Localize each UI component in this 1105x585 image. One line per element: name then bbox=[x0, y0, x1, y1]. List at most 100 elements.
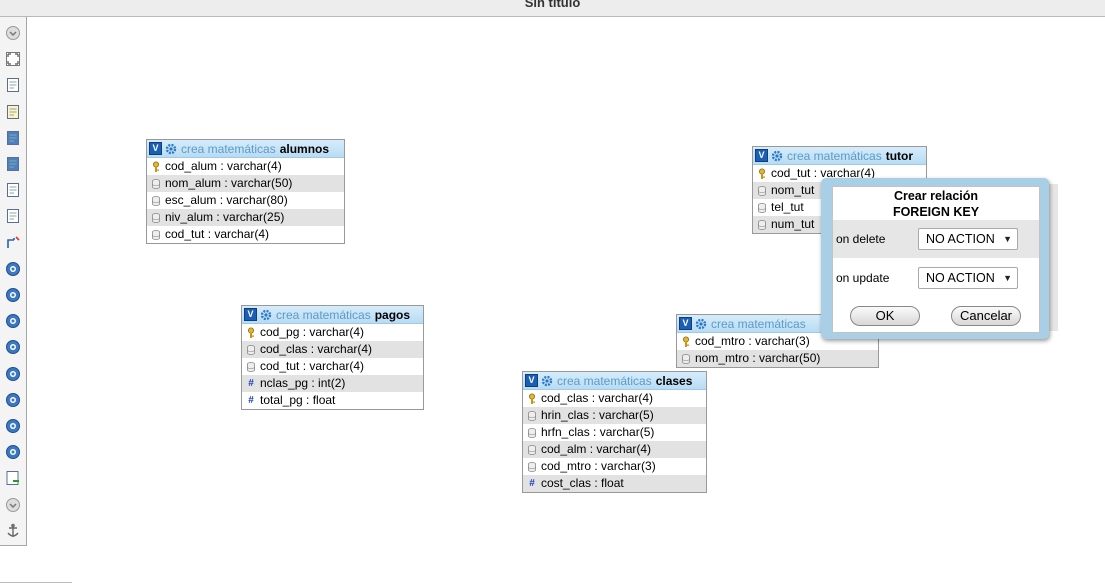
column-label: nom_mtro : varchar(50) bbox=[695, 351, 821, 365]
table-pagos[interactable]: V crea matemáticas pagos cod_pg : varcha… bbox=[241, 305, 424, 410]
column-label: num_tut bbox=[771, 217, 815, 231]
column-label: cost_clas : float bbox=[541, 476, 624, 490]
column-label: cod_tut : varchar(4) bbox=[165, 227, 270, 241]
table-column-row[interactable]: cod_tut : varchar(4) bbox=[147, 226, 344, 243]
reload-icon[interactable] bbox=[5, 287, 21, 303]
column-icon bbox=[526, 461, 538, 473]
open-page-icon[interactable] bbox=[5, 208, 21, 224]
table-column-row[interactable]: cod_alum : varchar(4) bbox=[147, 158, 344, 175]
on-delete-label: on delete bbox=[836, 232, 886, 246]
gear-icon[interactable] bbox=[541, 375, 553, 387]
column-label: tel_tut bbox=[771, 200, 804, 214]
table-column-row[interactable]: nom_mtro : varchar(50) bbox=[677, 350, 878, 367]
table-name: alumnos bbox=[279, 141, 330, 156]
delete-page-icon[interactable] bbox=[5, 182, 21, 198]
column-label: cod_clas : varchar(4) bbox=[260, 342, 373, 356]
toggle-relation-lines-icon[interactable] bbox=[5, 261, 21, 277]
table-column-row[interactable]: niv_alum : varchar(25) bbox=[147, 209, 344, 226]
toggle-columns-icon[interactable]: V bbox=[679, 317, 692, 330]
new-page-icon[interactable] bbox=[5, 77, 21, 93]
column-label: nclas_pg : int(2) bbox=[260, 376, 346, 390]
primary-key-icon bbox=[245, 327, 257, 339]
gear-icon[interactable] bbox=[165, 143, 177, 155]
column-label: total_pg : float bbox=[260, 393, 336, 407]
column-label: cod_alm : varchar(4) bbox=[541, 442, 652, 456]
column-icon bbox=[526, 427, 538, 439]
table-column-row[interactable]: cod_alm : varchar(4) bbox=[523, 441, 706, 458]
edit-page-icon[interactable] bbox=[5, 104, 21, 120]
toggle-small-big-icon[interactable] bbox=[5, 418, 21, 434]
primary-key-icon bbox=[526, 393, 538, 405]
table-column-row[interactable]: cod_mtro : varchar(3) bbox=[523, 458, 706, 475]
table-column-row[interactable]: cod_clas : varchar(4) bbox=[523, 390, 706, 407]
save-as-icon[interactable] bbox=[5, 156, 21, 172]
table-column-row[interactable]: # total_pg : float bbox=[242, 392, 423, 409]
column-label: cod_alum : varchar(4) bbox=[165, 159, 282, 173]
table-column-row[interactable]: # nclas_pg : int(2) bbox=[242, 375, 423, 392]
move-menu-icon[interactable] bbox=[5, 497, 21, 513]
table-column-row[interactable]: # cost_clas : float bbox=[523, 475, 706, 492]
column-label: cod_clas : varchar(4) bbox=[541, 391, 654, 405]
pin-text-icon[interactable] bbox=[5, 523, 21, 539]
fullscreen-icon[interactable] bbox=[5, 51, 21, 67]
show-hide-left-menu-icon[interactable] bbox=[5, 25, 21, 41]
column-icon bbox=[756, 202, 768, 214]
table-name: clases bbox=[655, 373, 693, 388]
help-icon[interactable] bbox=[5, 313, 21, 329]
on-update-value: NO ACTION bbox=[926, 271, 995, 285]
column-label: hrin_clas : varchar(5) bbox=[541, 408, 654, 422]
toggle-columns-icon[interactable]: V bbox=[525, 374, 538, 387]
cancel-button[interactable]: Cancelar bbox=[951, 306, 1021, 326]
toggle-columns-icon[interactable]: V bbox=[755, 149, 768, 162]
table-header[interactable]: V crea matemáticas tutor bbox=[753, 147, 926, 165]
toggle-columns-icon[interactable]: V bbox=[244, 308, 257, 321]
divider bbox=[0, 582, 72, 583]
table-header[interactable]: V crea matemáticas pagos bbox=[242, 306, 423, 324]
gear-icon[interactable] bbox=[695, 318, 707, 330]
database-name: crea matemáticas bbox=[557, 373, 652, 388]
on-delete-value: NO ACTION bbox=[926, 232, 995, 246]
column-icon bbox=[526, 410, 538, 422]
angular-links-icon[interactable] bbox=[5, 339, 21, 355]
column-icon bbox=[150, 212, 162, 224]
gear-icon[interactable] bbox=[771, 150, 783, 162]
chevron-down-icon: ▼ bbox=[1003, 234, 1012, 244]
column-label: cod_mtro : varchar(3) bbox=[541, 459, 656, 473]
table-column-row[interactable]: cod_tut : varchar(4) bbox=[242, 358, 423, 375]
on-update-select[interactable]: NO ACTION ▼ bbox=[918, 267, 1018, 289]
table-alumnos[interactable]: V crea matemáticas alumnos cod_alum : va… bbox=[146, 139, 345, 244]
table-column-row[interactable]: cod_pg : varchar(4) bbox=[242, 324, 423, 341]
toggle-columns-icon[interactable]: V bbox=[149, 142, 162, 155]
save-icon[interactable] bbox=[5, 130, 21, 146]
dialog-shadow bbox=[1049, 184, 1058, 331]
export-schema-icon[interactable] bbox=[5, 470, 21, 486]
dialog-title-line2: FOREIGN KEY bbox=[892, 205, 980, 219]
table-column-row[interactable]: nom_alum : varchar(50) bbox=[147, 175, 344, 192]
small-big-all-icon[interactable] bbox=[5, 392, 21, 408]
column-label: cod_tut : varchar(4) bbox=[260, 359, 365, 373]
column-label: niv_alum : varchar(25) bbox=[165, 210, 285, 224]
column-label: hrfn_clas : varchar(5) bbox=[541, 425, 655, 439]
snap-to-grid-icon[interactable] bbox=[5, 366, 21, 382]
table-clases[interactable]: V crea matemáticas clases cod_clas : var… bbox=[522, 371, 707, 493]
create-relation-icon[interactable] bbox=[5, 235, 21, 251]
table-column-row[interactable]: hrin_clas : varchar(5) bbox=[523, 407, 706, 424]
numeric-icon: # bbox=[529, 478, 535, 489]
on-update-label: on update bbox=[836, 271, 890, 285]
window-title: Sin título bbox=[0, 0, 1105, 17]
table-name: pagos bbox=[374, 307, 411, 322]
gear-icon[interactable] bbox=[260, 309, 272, 321]
on-delete-select[interactable]: NO ACTION ▼ bbox=[918, 228, 1018, 250]
column-label: nom_tut bbox=[771, 183, 815, 197]
table-column-row[interactable]: cod_clas : varchar(4) bbox=[242, 341, 423, 358]
primary-key-icon bbox=[756, 168, 768, 180]
table-header[interactable]: V crea matemáticas clases bbox=[523, 372, 706, 390]
create-relation-dialog: Crear relación FOREIGN KEY on delete NO … bbox=[821, 178, 1049, 339]
table-column-row[interactable]: hrfn_clas : varchar(5) bbox=[523, 424, 706, 441]
table-header[interactable]: V crea matemáticas alumnos bbox=[147, 140, 344, 158]
designer-toolbar bbox=[0, 17, 27, 546]
ok-button[interactable]: OK bbox=[850, 306, 920, 326]
column-icon bbox=[756, 185, 768, 197]
toggle-column-icon[interactable] bbox=[5, 444, 21, 460]
table-column-row[interactable]: esc_alum : varchar(80) bbox=[147, 192, 344, 209]
